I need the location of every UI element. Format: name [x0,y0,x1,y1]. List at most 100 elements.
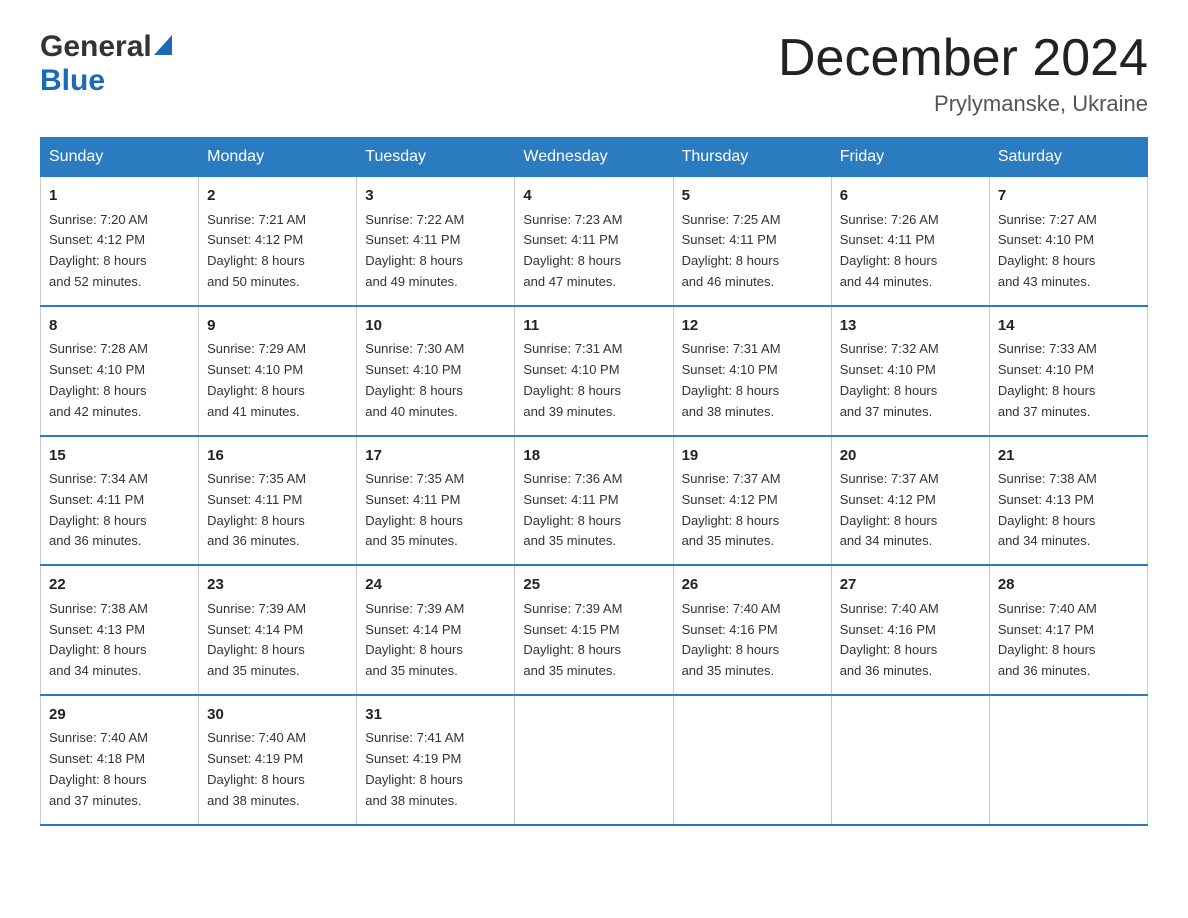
calendar-day-cell [515,695,673,825]
day-info: Sunrise: 7:29 AM Sunset: 4:10 PM Dayligh… [207,341,306,418]
day-info: Sunrise: 7:30 AM Sunset: 4:10 PM Dayligh… [365,341,464,418]
calendar-day-cell: 31 Sunrise: 7:41 AM Sunset: 4:19 PM Dayl… [357,695,515,825]
day-info: Sunrise: 7:41 AM Sunset: 4:19 PM Dayligh… [365,730,464,807]
day-number: 16 [207,445,348,468]
day-info: Sunrise: 7:38 AM Sunset: 4:13 PM Dayligh… [49,601,148,678]
calendar-day-cell [831,695,989,825]
day-number: 9 [207,315,348,338]
calendar-week-row: 29 Sunrise: 7:40 AM Sunset: 4:18 PM Dayl… [41,695,1148,825]
calendar-week-row: 22 Sunrise: 7:38 AM Sunset: 4:13 PM Dayl… [41,565,1148,695]
calendar-day-cell: 18 Sunrise: 7:36 AM Sunset: 4:11 PM Dayl… [515,436,673,566]
calendar-day-cell: 4 Sunrise: 7:23 AM Sunset: 4:11 PM Dayli… [515,177,673,306]
page-header: General Blue December 2024 Prylymanske, … [40,30,1148,117]
calendar-header: Sunday Monday Tuesday Wednesday Thursday… [41,138,1148,177]
calendar-week-row: 1 Sunrise: 7:20 AM Sunset: 4:12 PM Dayli… [41,177,1148,306]
day-number: 29 [49,704,190,727]
calendar-day-cell: 5 Sunrise: 7:25 AM Sunset: 4:11 PM Dayli… [673,177,831,306]
day-number: 21 [998,445,1139,468]
calendar-body: 1 Sunrise: 7:20 AM Sunset: 4:12 PM Dayli… [41,177,1148,825]
day-number: 15 [49,445,190,468]
day-info: Sunrise: 7:37 AM Sunset: 4:12 PM Dayligh… [840,471,939,548]
day-info: Sunrise: 7:35 AM Sunset: 4:11 PM Dayligh… [207,471,306,548]
day-number: 31 [365,704,506,727]
calendar-day-cell: 15 Sunrise: 7:34 AM Sunset: 4:11 PM Dayl… [41,436,199,566]
day-info: Sunrise: 7:31 AM Sunset: 4:10 PM Dayligh… [523,341,622,418]
day-number: 17 [365,445,506,468]
logo: General Blue [40,30,172,98]
calendar-day-cell: 10 Sunrise: 7:30 AM Sunset: 4:10 PM Dayl… [357,306,515,436]
calendar-day-cell: 27 Sunrise: 7:40 AM Sunset: 4:16 PM Dayl… [831,565,989,695]
day-number: 4 [523,185,664,208]
col-sunday: Sunday [41,138,199,177]
day-info: Sunrise: 7:40 AM Sunset: 4:19 PM Dayligh… [207,730,306,807]
header-row: Sunday Monday Tuesday Wednesday Thursday… [41,138,1148,177]
calendar-day-cell: 11 Sunrise: 7:31 AM Sunset: 4:10 PM Dayl… [515,306,673,436]
calendar-day-cell: 12 Sunrise: 7:31 AM Sunset: 4:10 PM Dayl… [673,306,831,436]
calendar-day-cell: 1 Sunrise: 7:20 AM Sunset: 4:12 PM Dayli… [41,177,199,306]
day-info: Sunrise: 7:40 AM Sunset: 4:18 PM Dayligh… [49,730,148,807]
day-number: 26 [682,574,823,597]
day-info: Sunrise: 7:39 AM Sunset: 4:14 PM Dayligh… [207,601,306,678]
day-number: 8 [49,315,190,338]
day-info: Sunrise: 7:35 AM Sunset: 4:11 PM Dayligh… [365,471,464,548]
col-wednesday: Wednesday [515,138,673,177]
day-number: 5 [682,185,823,208]
col-thursday: Thursday [673,138,831,177]
day-info: Sunrise: 7:21 AM Sunset: 4:12 PM Dayligh… [207,212,306,289]
calendar-day-cell: 13 Sunrise: 7:32 AM Sunset: 4:10 PM Dayl… [831,306,989,436]
logo-general-text: General [40,30,152,64]
calendar-day-cell: 30 Sunrise: 7:40 AM Sunset: 4:19 PM Dayl… [199,695,357,825]
day-info: Sunrise: 7:23 AM Sunset: 4:11 PM Dayligh… [523,212,622,289]
month-title: December 2024 [778,30,1148,87]
calendar-day-cell: 20 Sunrise: 7:37 AM Sunset: 4:12 PM Dayl… [831,436,989,566]
calendar-day-cell: 6 Sunrise: 7:26 AM Sunset: 4:11 PM Dayli… [831,177,989,306]
calendar-day-cell: 22 Sunrise: 7:38 AM Sunset: 4:13 PM Dayl… [41,565,199,695]
calendar-day-cell: 21 Sunrise: 7:38 AM Sunset: 4:13 PM Dayl… [989,436,1147,566]
day-info: Sunrise: 7:39 AM Sunset: 4:14 PM Dayligh… [365,601,464,678]
day-number: 13 [840,315,981,338]
day-info: Sunrise: 7:26 AM Sunset: 4:11 PM Dayligh… [840,212,939,289]
day-number: 12 [682,315,823,338]
day-number: 19 [682,445,823,468]
calendar-day-cell [673,695,831,825]
calendar-day-cell: 29 Sunrise: 7:40 AM Sunset: 4:18 PM Dayl… [41,695,199,825]
day-number: 28 [998,574,1139,597]
day-info: Sunrise: 7:22 AM Sunset: 4:11 PM Dayligh… [365,212,464,289]
calendar-day-cell: 25 Sunrise: 7:39 AM Sunset: 4:15 PM Dayl… [515,565,673,695]
day-info: Sunrise: 7:32 AM Sunset: 4:10 PM Dayligh… [840,341,939,418]
day-number: 23 [207,574,348,597]
calendar-day-cell: 7 Sunrise: 7:27 AM Sunset: 4:10 PM Dayli… [989,177,1147,306]
calendar-day-cell: 2 Sunrise: 7:21 AM Sunset: 4:12 PM Dayli… [199,177,357,306]
day-number: 22 [49,574,190,597]
day-number: 2 [207,185,348,208]
day-info: Sunrise: 7:36 AM Sunset: 4:11 PM Dayligh… [523,471,622,548]
day-info: Sunrise: 7:25 AM Sunset: 4:11 PM Dayligh… [682,212,781,289]
day-number: 10 [365,315,506,338]
day-info: Sunrise: 7:37 AM Sunset: 4:12 PM Dayligh… [682,471,781,548]
col-friday: Friday [831,138,989,177]
day-number: 1 [49,185,190,208]
calendar-day-cell: 28 Sunrise: 7:40 AM Sunset: 4:17 PM Dayl… [989,565,1147,695]
calendar-day-cell: 14 Sunrise: 7:33 AM Sunset: 4:10 PM Dayl… [989,306,1147,436]
calendar-day-cell [989,695,1147,825]
day-info: Sunrise: 7:40 AM Sunset: 4:17 PM Dayligh… [998,601,1097,678]
calendar-week-row: 8 Sunrise: 7:28 AM Sunset: 4:10 PM Dayli… [41,306,1148,436]
day-number: 18 [523,445,664,468]
calendar-day-cell: 19 Sunrise: 7:37 AM Sunset: 4:12 PM Dayl… [673,436,831,566]
day-number: 27 [840,574,981,597]
day-info: Sunrise: 7:40 AM Sunset: 4:16 PM Dayligh… [840,601,939,678]
calendar-day-cell: 8 Sunrise: 7:28 AM Sunset: 4:10 PM Dayli… [41,306,199,436]
day-number: 30 [207,704,348,727]
calendar-day-cell: 23 Sunrise: 7:39 AM Sunset: 4:14 PM Dayl… [199,565,357,695]
calendar-day-cell: 17 Sunrise: 7:35 AM Sunset: 4:11 PM Dayl… [357,436,515,566]
day-info: Sunrise: 7:31 AM Sunset: 4:10 PM Dayligh… [682,341,781,418]
day-number: 3 [365,185,506,208]
day-number: 11 [523,315,664,338]
day-number: 6 [840,185,981,208]
location-title: Prylymanske, Ukraine [778,91,1148,117]
title-block: December 2024 Prylymanske, Ukraine [778,30,1148,117]
day-info: Sunrise: 7:38 AM Sunset: 4:13 PM Dayligh… [998,471,1097,548]
day-info: Sunrise: 7:33 AM Sunset: 4:10 PM Dayligh… [998,341,1097,418]
day-number: 20 [840,445,981,468]
logo-blue-text: Blue [40,64,105,98]
